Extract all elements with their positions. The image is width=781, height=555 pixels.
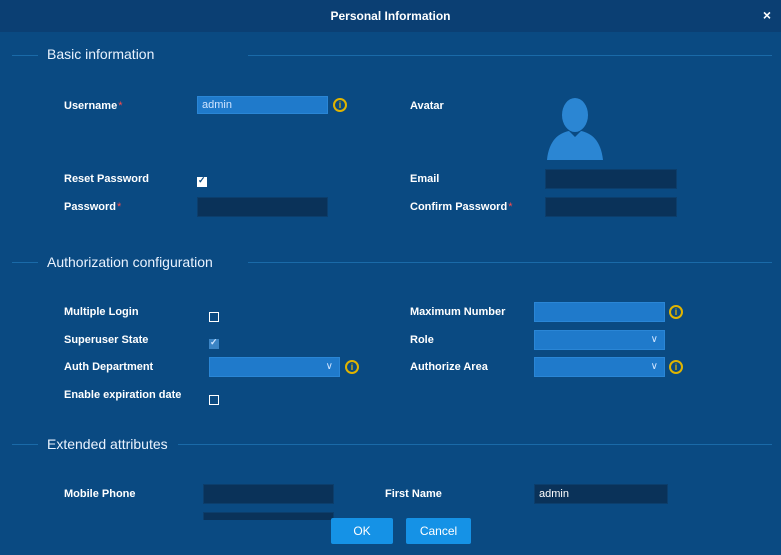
required-marker: * xyxy=(118,100,123,112)
username-field[interactable]: admin xyxy=(197,96,328,114)
info-icon[interactable]: i xyxy=(333,98,347,112)
confirm-password-field[interactable] xyxy=(545,197,677,217)
ok-button[interactable]: OK xyxy=(331,518,393,544)
next-field[interactable] xyxy=(203,512,334,520)
first-name-label: First Name xyxy=(385,488,442,500)
auth-department-select[interactable]: ∨ xyxy=(209,357,340,377)
dialog-titlebar: Personal Information × xyxy=(0,0,781,33)
info-icon[interactable]: i xyxy=(345,360,359,374)
info-icon[interactable]: i xyxy=(669,305,683,319)
chevron-down-icon: ∨ xyxy=(650,334,658,345)
chevron-down-icon: ∨ xyxy=(650,361,658,372)
section-divider xyxy=(12,262,38,263)
section-title-auth: Authorization configuration xyxy=(47,254,213,270)
multiple-login-checkbox[interactable] xyxy=(209,312,219,322)
section-title-basic: Basic information xyxy=(47,46,155,62)
auth-department-label: Auth Department xyxy=(64,361,154,373)
section-title-extended: Extended attributes xyxy=(47,436,168,452)
superuser-state-checkbox[interactable] xyxy=(209,337,219,349)
first-name-field[interactable]: admin xyxy=(534,484,668,504)
section-divider xyxy=(248,262,772,263)
section-divider xyxy=(12,444,38,445)
section-divider xyxy=(248,55,772,56)
username-label: Username* xyxy=(64,100,123,112)
authorize-area-label: Authorize Area xyxy=(410,361,488,373)
enable-expiration-label: Enable expiration date xyxy=(64,389,182,401)
password-field[interactable] xyxy=(197,197,328,217)
dialog-title: Personal Information xyxy=(330,9,451,23)
cancel-button[interactable]: Cancel xyxy=(406,518,471,544)
avatar-label: Avatar xyxy=(410,100,444,112)
confirm-password-label: Confirm Password* xyxy=(410,201,513,213)
superuser-state-label: Superuser State xyxy=(64,334,149,346)
mobile-phone-field[interactable] xyxy=(203,484,334,504)
required-marker: * xyxy=(116,201,122,213)
maximum-number-label: Maximum Number xyxy=(410,306,506,318)
role-select[interactable]: ∨ xyxy=(534,330,665,350)
mobile-phone-label: Mobile Phone xyxy=(64,488,136,500)
maximum-number-field[interactable] xyxy=(534,302,665,322)
info-icon[interactable]: i xyxy=(669,360,683,374)
password-label: Password* xyxy=(64,201,122,213)
enable-expiration-checkbox[interactable] xyxy=(209,395,219,405)
reset-password-label: Reset Password xyxy=(64,173,149,185)
section-divider xyxy=(12,55,38,56)
role-label: Role xyxy=(410,334,434,346)
chevron-down-icon: ∨ xyxy=(325,361,333,372)
reset-password-checkbox[interactable] xyxy=(197,175,207,187)
email-field[interactable] xyxy=(545,169,677,189)
authorize-area-select[interactable]: ∨ xyxy=(534,357,665,377)
required-marker: * xyxy=(508,201,513,213)
section-divider xyxy=(178,444,772,445)
email-label: Email xyxy=(410,173,440,185)
avatar-icon[interactable] xyxy=(545,95,605,160)
close-icon[interactable]: × xyxy=(763,7,771,23)
multiple-login-label: Multiple Login xyxy=(64,306,139,318)
